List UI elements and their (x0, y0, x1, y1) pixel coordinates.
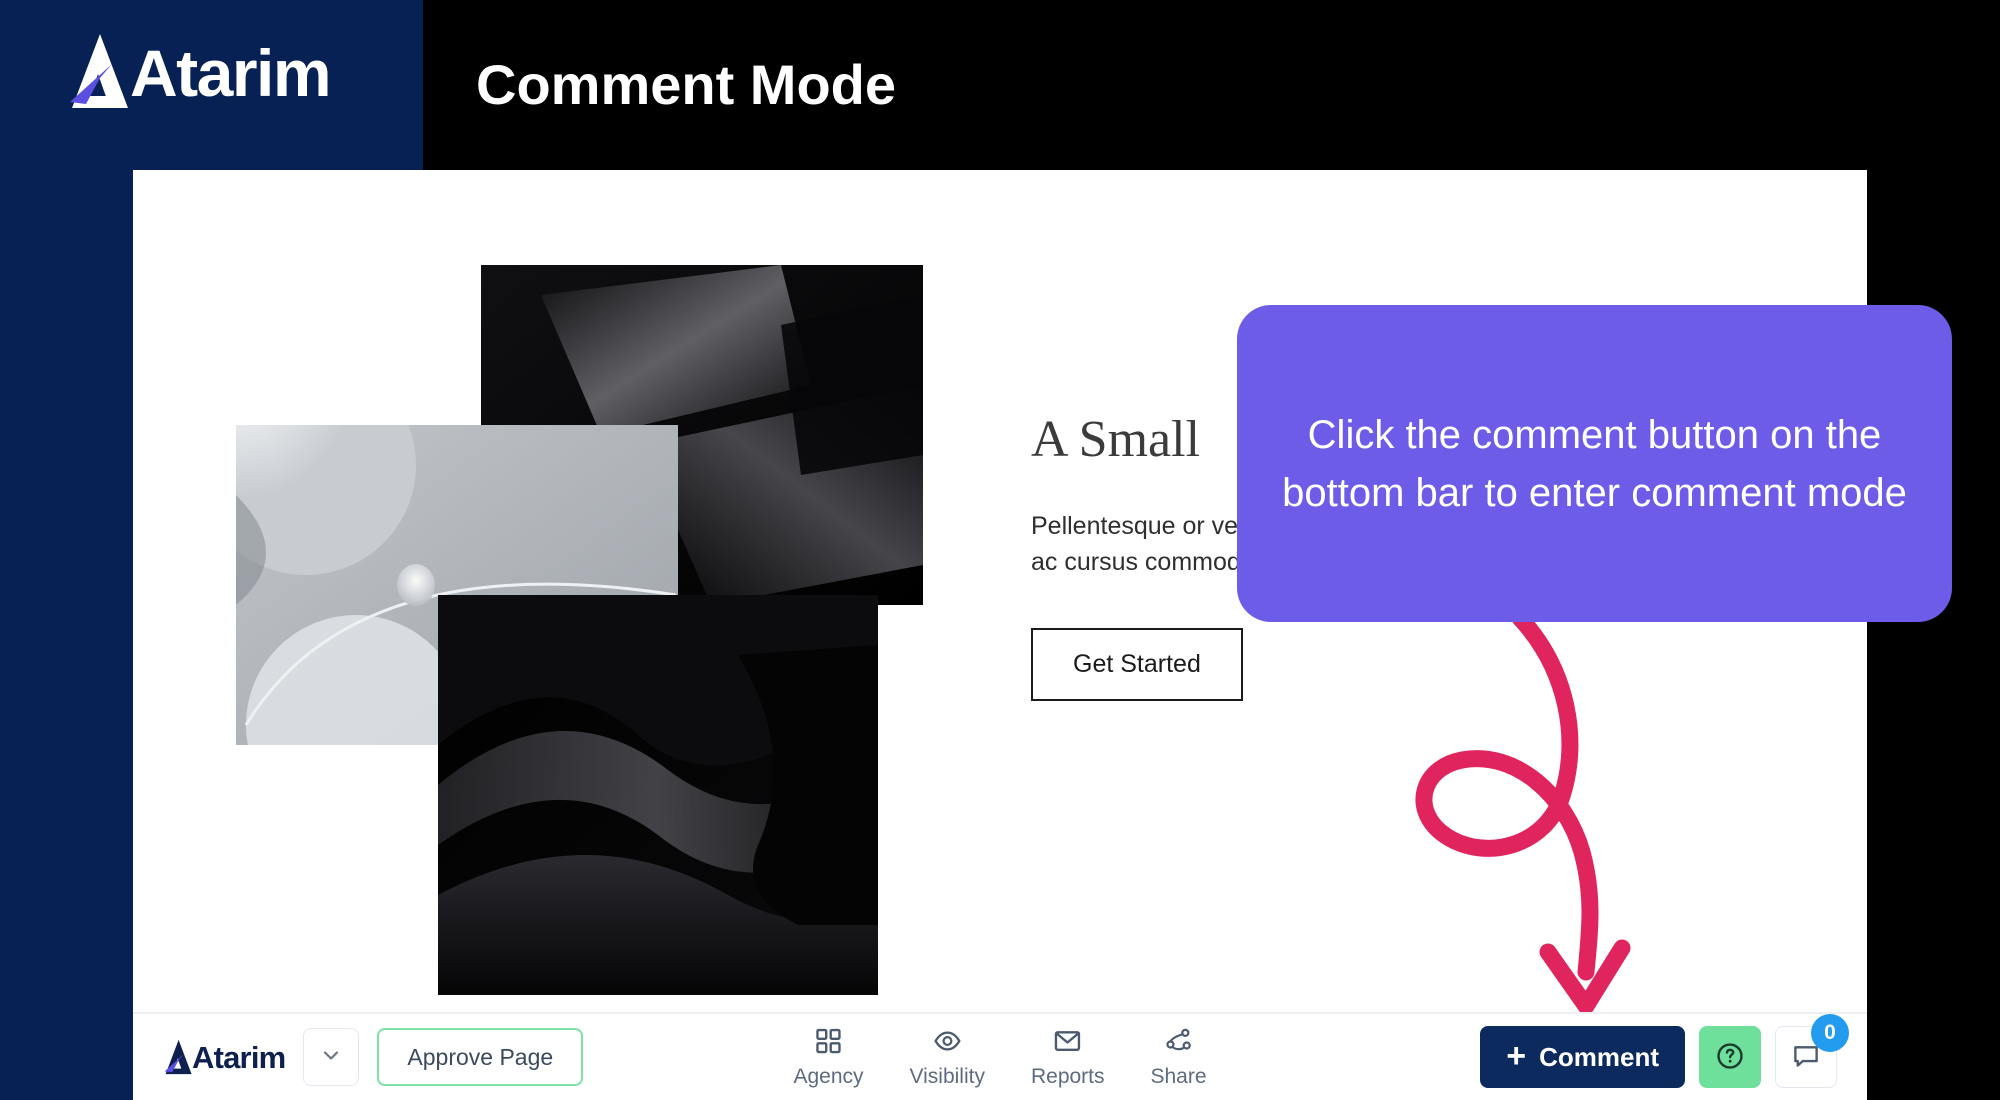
tool-agency-label: Agency (793, 1064, 864, 1088)
tool-reports-label: Reports (1030, 1064, 1105, 1088)
tool-agency[interactable]: Agency (793, 1026, 864, 1089)
instruction-callout: Click the comment button on the bottom b… (1237, 305, 1952, 622)
toolbar-tools-group: Agency Visibility Reports Share (793, 1026, 1207, 1089)
header-brand[interactable]: Atarim (60, 30, 332, 112)
eye-icon (932, 1026, 962, 1061)
get-started-button[interactable]: Get Started (1031, 628, 1243, 702)
toolbar-brand-label: Atarim (192, 1040, 286, 1075)
question-circle-icon (1714, 1040, 1746, 1075)
dark-wave-abstract-image (438, 595, 878, 995)
tool-reports[interactable]: Reports (1031, 1026, 1105, 1089)
page-title: Comment Mode (476, 53, 896, 116)
chevron-down-icon (319, 1043, 343, 1072)
tool-visibility-label: Visibility (909, 1064, 985, 1088)
add-comment-button[interactable]: + Comment (1480, 1026, 1685, 1088)
toolbar-left-group: Atarim Approve Page (133, 1028, 584, 1086)
comments-count-badge: 0 (1811, 1014, 1849, 1052)
tool-visibility[interactable]: Visibility (910, 1026, 985, 1089)
header-brand-label: Atarim (130, 36, 332, 110)
help-button[interactable] (1699, 1026, 1761, 1088)
add-comment-label: Comment (1539, 1041, 1659, 1072)
share-nodes-icon (1164, 1026, 1194, 1061)
tool-share[interactable]: Share (1151, 1026, 1207, 1089)
plus-icon: + (1506, 1037, 1527, 1076)
toolbar-right-group: + Comment 0 (1480, 1014, 1867, 1088)
bottom-toolbar: Atarim Approve Page Agency Visibility Re… (133, 1012, 1867, 1100)
instruction-callout-text: Click the comment button on the bottom b… (1282, 412, 1907, 515)
toolbar-brand[interactable]: Atarim (160, 1038, 286, 1076)
tool-share-label: Share (1150, 1064, 1207, 1088)
hero-image-collage (218, 265, 1018, 995)
sidebar-navy-rail (0, 170, 133, 1100)
toolbar-dropdown-button[interactable] (303, 1028, 360, 1086)
app-screen: Atarim Comment Mode A Small Pellentesque… (0, 0, 2000, 1100)
comments-list-button[interactable]: 0 (1775, 1014, 1849, 1088)
grid-icon (813, 1026, 843, 1061)
envelope-icon (1053, 1026, 1083, 1061)
approve-page-button[interactable]: Approve Page (377, 1028, 584, 1086)
